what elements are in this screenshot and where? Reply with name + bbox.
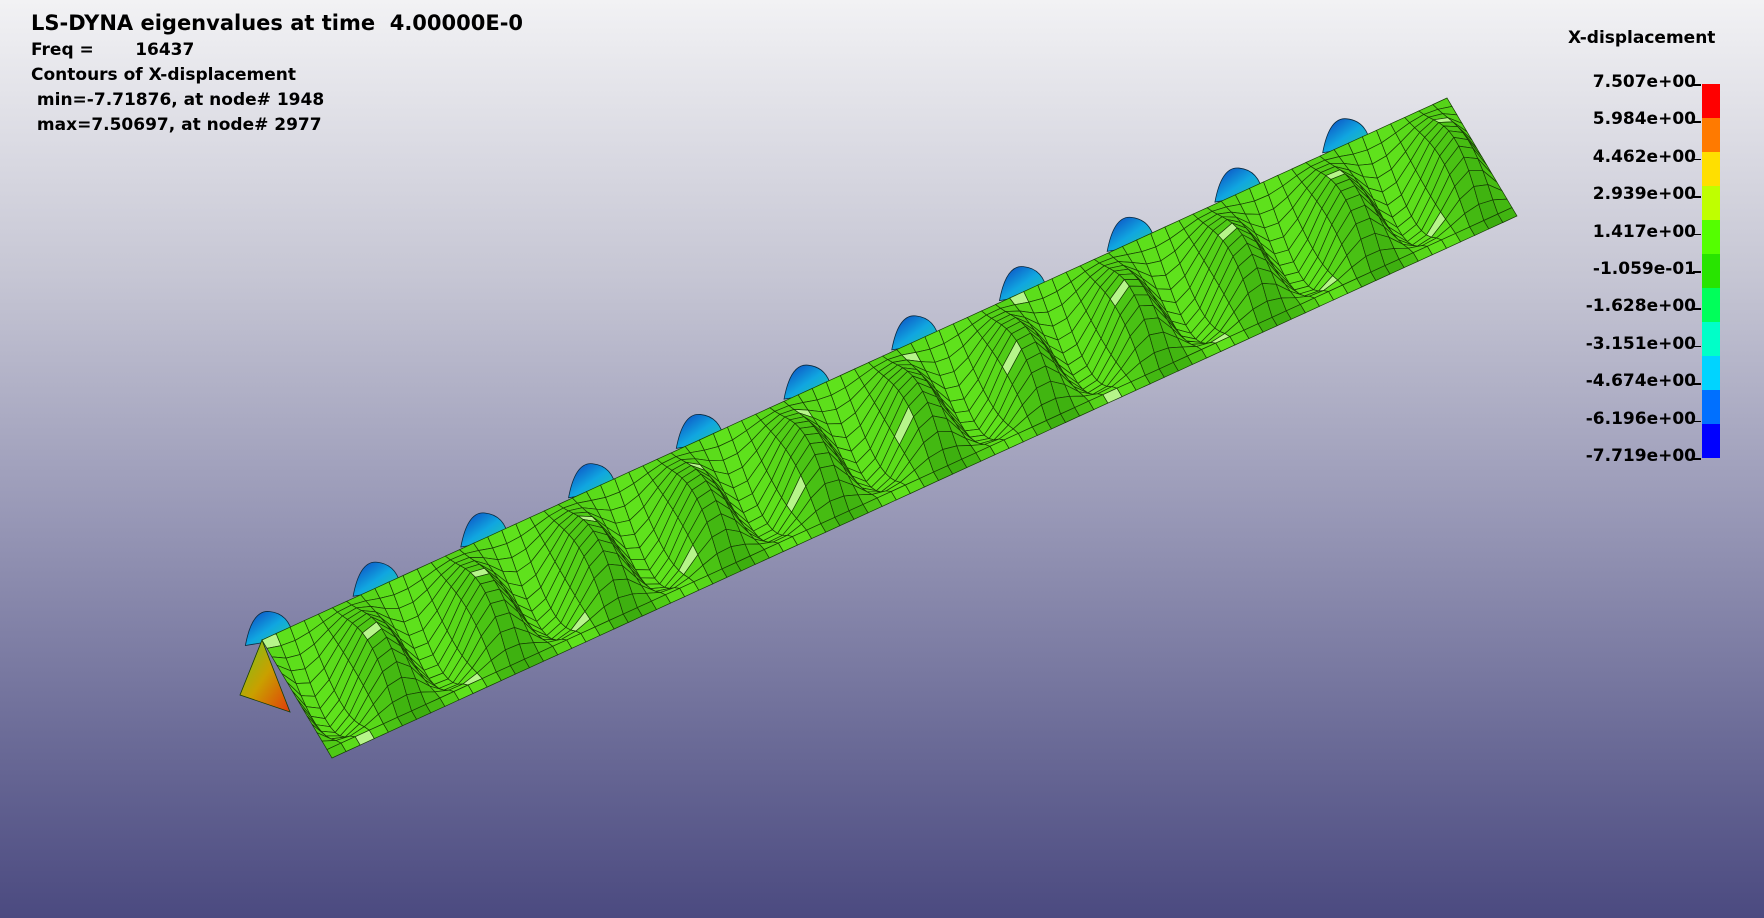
legend-tick-mark [1693,84,1701,86]
legend-tick-label: 2.939e+00 [1592,184,1696,205]
legend-swatch [1702,322,1720,356]
legend-title: X-displacement [1568,28,1716,48]
legend-swatch [1702,84,1720,118]
result-info-panel: LS-DYNA eigenvalues at time 4.00000E-0 F… [31,8,523,138]
legend-tick-mark [1693,308,1701,310]
legend-swatch [1702,118,1720,152]
contour-label: Contours of X-displacement [31,65,297,85]
legend-tick-mark [1693,271,1701,273]
legend-tick-label: -6.196e+00 [1585,408,1696,429]
legend-swatch [1702,152,1720,186]
legend-tick-mark [1693,158,1701,161]
legend-tick-mark [1693,383,1701,385]
max-value-label: max=7.50697, at node# 2977 [31,115,322,135]
legend-tick-mark [1693,345,1701,348]
frequency-label: Freq = 16437 [31,40,195,60]
min-value-label: min=-7.71876, at node# 1948 [31,90,325,110]
legend-tick-mark [1693,420,1701,423]
legend-swatch [1702,356,1720,390]
legend-swatch [1702,254,1720,288]
legend-tick-label: 4.462e+00 [1592,146,1696,167]
legend-swatch [1702,424,1720,458]
legend-swatch [1702,288,1720,322]
legend-swatch [1702,220,1720,254]
legend-tick-mark [1693,233,1701,236]
legend-tick-label: -7.719e+00 [1585,446,1696,466]
fringe-legend: X-displacement 7.507e+00 5.984e+00 4.462e+… [1560,28,1720,468]
page-title: LS-DYNA eigenvalues at time 4.00000E-0 [31,11,524,35]
legend-tick-label: -1.059e-01 [1592,259,1696,279]
legend-tick-label: -3.151e+00 [1585,333,1696,354]
legend-tick-mark [1693,121,1701,123]
legend-swatch [1702,390,1720,424]
legend-tick-mark [1693,458,1701,460]
legend-tick-label: 5.984e+00 [1592,109,1696,130]
legend-tick-label: 7.507e+00 [1592,72,1696,92]
legend-color-bar [1702,84,1720,458]
legend-tick-mark [1693,196,1701,198]
legend-tick-label: -4.674e+00 [1585,371,1696,392]
mesh-group [239,97,1518,759]
legend-tick-label: -1.628e+00 [1585,296,1696,317]
legend-swatch [1702,186,1720,220]
legend-tick-label: 1.417e+00 [1592,221,1696,242]
